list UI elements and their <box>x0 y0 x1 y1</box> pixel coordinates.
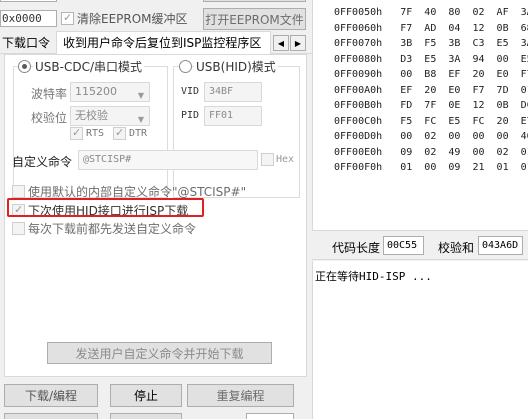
vid-field[interactable]: 34BF <box>204 82 262 102</box>
address-field[interactable]: 0x0000 <box>0 10 57 27</box>
vid-label: VID <box>181 86 200 97</box>
tab-reset-to-isp[interactable]: 收到用户命令后复位到ISP监控程序区 <box>56 31 271 54</box>
hex-row: 0FF0060h F7 AD 04 12 0B 68 <box>334 22 528 34</box>
download-program-button[interactable]: 下载/编程 <box>4 384 98 407</box>
parity-select[interactable]: 无校验 ▼ <box>70 106 150 126</box>
usb-hid-title: USB(HID)模式 <box>194 58 278 75</box>
chevron-down-icon: ▼ <box>137 91 144 100</box>
parity-label: 校验位 <box>31 111 68 125</box>
checksum-value: 043A6D <box>478 236 523 255</box>
usb-cdc-title: USB-CDC/串口模式 <box>33 58 145 75</box>
send-before-download-checkbox[interactable]: 每次下载前都先发送自定义命令 <box>12 220 196 237</box>
field-bottom-edge <box>246 413 294 419</box>
rts-checkbox[interactable]: RTS <box>70 126 105 140</box>
hex-row: 0FF00E0h 09 02 49 00 02 01 <box>334 146 528 158</box>
hex-row: 0FF00F0h 01 00 09 21 01 01 <box>334 162 528 173</box>
field-top-edge <box>0 0 57 2</box>
hex-row: 0FF0050h 7F 40 80 02 AF 3A <box>334 7 528 18</box>
checkbox-box[interactable] <box>12 185 25 198</box>
clear-eeprom-label: 清除EEPROM缓冲区 <box>77 12 188 26</box>
custom-command-field[interactable]: @STCISP# <box>78 150 258 170</box>
send-custom-command-button[interactable]: 发送用户自定义命令并开始下载 <box>47 342 272 364</box>
left-pane: 0x0000 清除EEPROM缓冲区 打开EEPROM文件 下载口令 收到用户命… <box>0 0 312 419</box>
hex-label: Hex <box>276 154 295 165</box>
checkbox-top-edge <box>61 0 201 2</box>
button-bottom-edge <box>4 413 98 419</box>
checkbox-box[interactable] <box>61 11 74 25</box>
status-log[interactable]: 正在等待HID-ISP ... <box>312 261 528 419</box>
info-bar: 代码长度 00C55 校验和 043A6D <box>312 230 528 260</box>
usb-hid-radio[interactable] <box>179 60 192 73</box>
open-eeprom-button[interactable]: 打开EEPROM文件 <box>203 8 306 30</box>
hex-row: 0FF00C0h F5 FC E5 FC 20 E7 <box>334 115 528 127</box>
repeat-program-button[interactable]: 重复编程 <box>187 384 294 407</box>
rts-label: RTS <box>86 128 105 139</box>
baud-rate-select[interactable]: 115200 ▼ <box>70 82 150 102</box>
checkbox-box[interactable] <box>261 153 274 166</box>
checksum-label: 校验和 <box>438 241 475 255</box>
tab-strip: 下载口令 收到用户命令后复位到ISP监控程序区 ◀ ▶ <box>0 31 312 54</box>
tab-scroll-left-icon[interactable]: ◀ <box>273 35 289 51</box>
baud-rate-value: 115200 <box>75 85 117 98</box>
hex-checkbox[interactable]: Hex <box>261 153 294 166</box>
custom-command-label: 自定义命令 <box>12 155 73 169</box>
button-top-edge <box>203 0 306 2</box>
dtr-label: DTR <box>129 128 148 139</box>
hex-row: 0FF0070h 3B F5 3B C3 E5 3A <box>334 38 528 49</box>
checkbox-box[interactable] <box>113 126 126 140</box>
highlight-annotation <box>7 198 204 217</box>
checkbox-box[interactable] <box>12 222 25 235</box>
tab-panel: USB-CDC/串口模式 波特率 115200 ▼ 校验位 无校验 ▼ RTS … <box>4 54 307 377</box>
hex-row: 0FF00D0h 00 02 00 00 00 40 <box>334 131 528 142</box>
pid-field[interactable]: FF01 <box>204 106 262 126</box>
hex-row: 0FF0090h 00 B8 EF 20 E0 F7 <box>334 69 528 80</box>
hex-row: 0FF0080h D3 E5 3A 94 00 E5 <box>334 53 528 65</box>
button-bottom-edge <box>110 413 182 419</box>
code-length-label: 代码长度 <box>332 241 381 255</box>
tab-scroll-right-icon[interactable]: ▶ <box>290 35 306 51</box>
hex-row: 0FF00B0h FD 7F 0E 12 0B DC <box>334 100 528 111</box>
dtr-checkbox[interactable]: DTR <box>113 126 148 140</box>
tab-download-password[interactable]: 下载口令 <box>2 33 56 54</box>
pid-label: PID <box>181 110 200 121</box>
status-message: 正在等待HID-ISP ... <box>315 270 432 283</box>
hex-buffer-view[interactable]: 0FF0050h 7F 40 80 02 AF 3A 0FF0060h F7 AD… <box>312 0 528 230</box>
parity-value: 无校验 <box>75 109 108 122</box>
clear-eeprom-checkbox[interactable]: 清除EEPROM缓冲区 <box>61 10 188 27</box>
send-before-download-label: 每次下载前都先发送自定义命令 <box>28 222 197 236</box>
hex-row: 0FF00A0h EF 20 E0 F7 7D 01 <box>334 84 528 96</box>
checkbox-box[interactable] <box>70 126 83 140</box>
stop-button[interactable]: 停止 <box>110 384 182 407</box>
baud-rate-label: 波特率 <box>31 87 68 101</box>
usb-cdc-radio[interactable] <box>18 60 31 73</box>
code-length-value: 00C55 <box>383 236 424 255</box>
